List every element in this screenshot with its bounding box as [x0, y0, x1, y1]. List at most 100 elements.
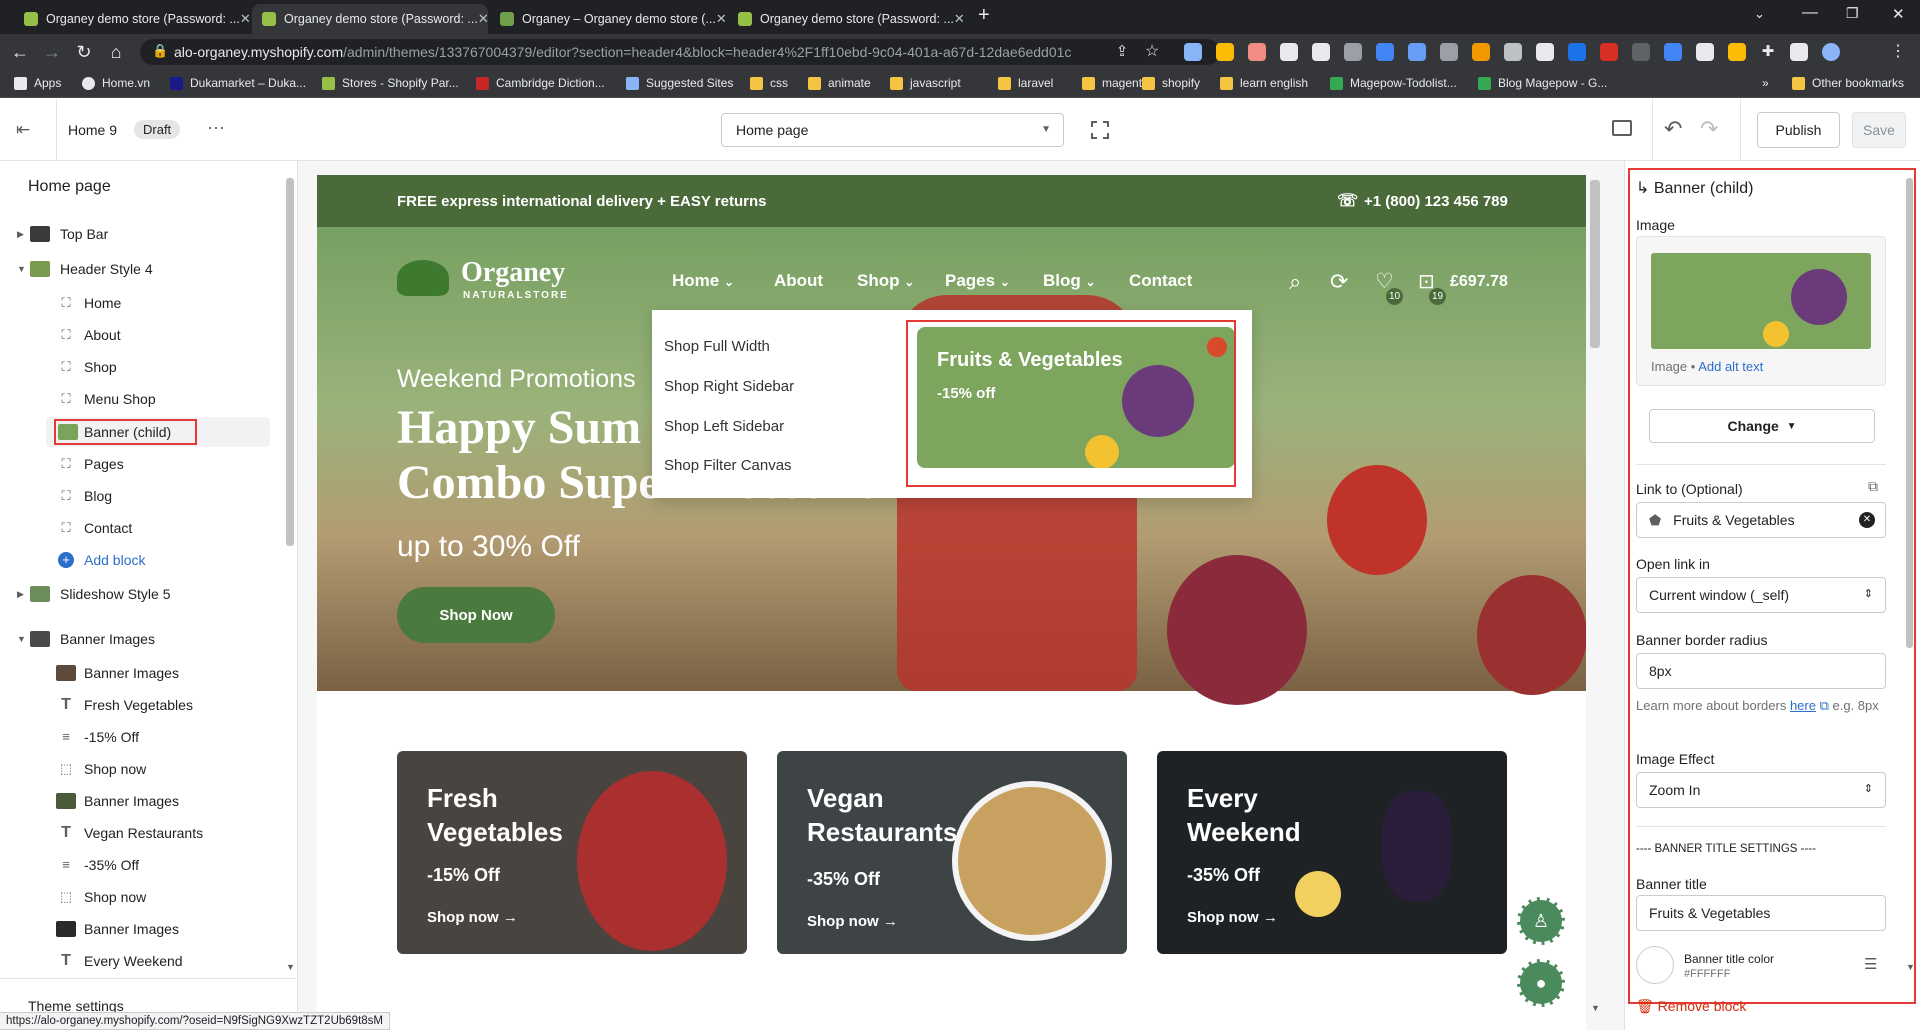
sidebar-item-slideshow[interactable]: ▶ Slideshow Style 5: [0, 581, 280, 607]
bookmark-item[interactable]: Home.vn: [82, 76, 150, 90]
browser-tab[interactable]: Organey – Organey demo store (... ✕: [490, 4, 726, 34]
bookmark-item[interactable]: Suggested Sites: [626, 76, 733, 90]
add-alt-text-link[interactable]: Add alt text: [1698, 359, 1763, 374]
bookmark-folder[interactable]: magento: [1082, 76, 1149, 90]
phone-number[interactable]: +1 (800) 123 456 789: [1364, 193, 1508, 210]
browser-tab[interactable]: Organey demo store (Password: ... ✕: [14, 4, 250, 34]
new-tab-icon[interactable]: +: [978, 4, 990, 27]
menu-shop[interactable]: Shop ⌄: [857, 271, 914, 291]
extension-icon[interactable]: [1344, 43, 1362, 61]
preview-scrollbar[interactable]: [1590, 180, 1600, 348]
extension-icon[interactable]: [1664, 43, 1682, 61]
bookmark-folder[interactable]: animate: [808, 76, 871, 90]
close-icon[interactable]: ✕: [954, 11, 964, 27]
bookmark-folder[interactable]: learn english: [1220, 76, 1308, 90]
redo-icon[interactable]: ↷: [1700, 116, 1718, 142]
bookmark-item[interactable]: Stores - Shopify Par...: [322, 76, 459, 90]
help-here-link[interactable]: here: [1790, 698, 1816, 713]
sidebar-item-contact[interactable]: ⛶ Contact: [0, 515, 280, 541]
bookmark-folder[interactable]: laravel: [998, 76, 1053, 90]
adblock-icon[interactable]: [1600, 43, 1618, 61]
forward-icon[interactable]: →: [40, 40, 64, 64]
sidebar-item-pages[interactable]: ⛶ Pages: [0, 451, 280, 477]
sidebar-item-text[interactable]: T Vegan Restaurants: [0, 820, 280, 846]
title-color-swatch[interactable]: [1636, 946, 1674, 984]
extension-icon[interactable]: [1408, 43, 1426, 61]
extension-icon[interactable]: [1536, 43, 1554, 61]
dynamic-source-icon[interactable]: ☰: [1864, 955, 1877, 973]
exit-editor-icon[interactable]: ⇤: [16, 120, 30, 140]
scroll-down-icon[interactable]: ▼: [1591, 1003, 1600, 1013]
bookmark-item[interactable]: Magepow-Todolist...: [1330, 76, 1457, 90]
menu-about[interactable]: About: [774, 271, 823, 291]
close-icon[interactable]: ✕: [240, 11, 250, 27]
extension-icon[interactable]: [1280, 43, 1298, 61]
menu-pages[interactable]: Pages ⌄: [945, 271, 1010, 291]
tab-search-icon[interactable]: ⌄: [1754, 6, 1765, 22]
extension-icon[interactable]: [1568, 43, 1586, 61]
chevron-down-icon[interactable]: ▼: [17, 634, 26, 644]
account-float-icon[interactable]: ♙: [1517, 897, 1565, 945]
sidebar-item-text[interactable]: ≡ -15% Off: [0, 724, 280, 750]
link-field[interactable]: ⬟ Fruits & Vegetables ✕: [1636, 502, 1886, 538]
menu-blog[interactable]: Blog ⌄: [1043, 271, 1096, 291]
sidebar-item-text[interactable]: ≡ -35% Off: [0, 852, 280, 878]
sidebar-item-menu-shop[interactable]: ⛶ Menu Shop: [0, 386, 280, 412]
publish-button[interactable]: Publish: [1757, 112, 1840, 148]
image-picker[interactable]: Image • Add alt text: [1636, 236, 1886, 386]
search-icon[interactable]: ⌕: [1289, 269, 1301, 295]
sidebar-item-shop[interactable]: ⛶ Shop: [0, 354, 280, 380]
close-window-icon[interactable]: ✕: [1892, 5, 1905, 23]
share-icon[interactable]: ⇪: [1110, 40, 1134, 64]
extension-icon[interactable]: [1632, 43, 1650, 61]
hero-shop-now-button[interactable]: Shop Now: [397, 587, 555, 643]
side-panel-icon[interactable]: [1790, 43, 1808, 61]
bookmark-item[interactable]: Dukamarket – Duka...: [170, 76, 306, 90]
dropdown-link[interactable]: Shop Right Sidebar: [664, 378, 794, 395]
extension-icon[interactable]: [1248, 43, 1266, 61]
save-button[interactable]: Save: [1852, 112, 1906, 148]
more-bookmarks-icon[interactable]: »: [1762, 76, 1769, 90]
chevron-right-icon[interactable]: ▶: [17, 589, 24, 600]
compare-icon[interactable]: ⟳: [1330, 269, 1348, 295]
menu-contact[interactable]: Contact: [1129, 271, 1192, 291]
extension-icon[interactable]: [1696, 43, 1714, 61]
browser-menu-icon[interactable]: ⋮: [1886, 40, 1910, 64]
profile-avatar-icon[interactable]: [1822, 43, 1840, 61]
extension-icon[interactable]: [1376, 43, 1394, 61]
minimize-icon[interactable]: —: [1802, 4, 1818, 22]
menu-home[interactable]: Home ⌄: [672, 271, 734, 291]
scroll-down-icon[interactable]: ▼: [286, 962, 295, 972]
reload-icon[interactable]: ↻: [72, 40, 96, 64]
extension-icon[interactable]: [1216, 43, 1234, 61]
sidebar-item-about[interactable]: ⛶ About: [0, 322, 280, 348]
dropdown-link[interactable]: Shop Filter Canvas: [664, 457, 792, 474]
logo-text[interactable]: Organey: [461, 257, 565, 289]
banner-card-vegan-restaurants[interactable]: Vegan Restaurants -35% Off Shop now →: [777, 751, 1127, 954]
url-bar[interactable]: 🔒 alo-organey.myshopify.com/admin/themes…: [140, 39, 1220, 65]
bookmark-folder[interactable]: shopify: [1142, 76, 1200, 90]
sidebar-item-home[interactable]: ⛶ Home: [0, 290, 280, 316]
banner-card-fresh-vegetables[interactable]: Fresh Vegetables -15% Off Shop now →: [397, 751, 747, 954]
home-icon[interactable]: ⌂: [104, 40, 128, 64]
radius-input[interactable]: 8px: [1636, 653, 1886, 689]
inspector-select-icon[interactable]: [1091, 121, 1109, 139]
page-selector[interactable]: Home page ▼: [721, 113, 1064, 147]
sidebar-item-banner-images[interactable]: ▼ Banner Images: [0, 626, 280, 652]
bookmark-apps[interactable]: Apps: [14, 76, 61, 90]
close-icon[interactable]: ✕: [478, 11, 488, 27]
chevron-right-icon[interactable]: ▶: [17, 229, 24, 240]
clear-link-icon[interactable]: ✕: [1859, 512, 1875, 528]
sidebar-item-button[interactable]: ⬚ Shop now: [0, 884, 280, 910]
bookmark-folder[interactable]: javascript: [890, 76, 961, 90]
sidebar-item-banner-image[interactable]: Banner Images: [0, 916, 280, 942]
bookmark-item[interactable]: Cambridge Diction...: [476, 76, 605, 90]
sidebar-item-button[interactable]: ⬚ Shop now: [0, 756, 280, 782]
sidebar-item-header-style-4[interactable]: ▼ Header Style 4: [0, 256, 280, 282]
card-shop-now-link[interactable]: Shop now →: [1187, 909, 1278, 926]
sidebar-item-banner-image[interactable]: Banner Images: [0, 788, 280, 814]
dropdown-link[interactable]: Shop Full Width: [664, 338, 770, 355]
extensions-puzzle-icon[interactable]: ✚: [1756, 40, 1780, 64]
card-shop-now-link[interactable]: Shop now →: [807, 913, 898, 930]
external-link-icon[interactable]: ⧉: [1868, 478, 1878, 495]
